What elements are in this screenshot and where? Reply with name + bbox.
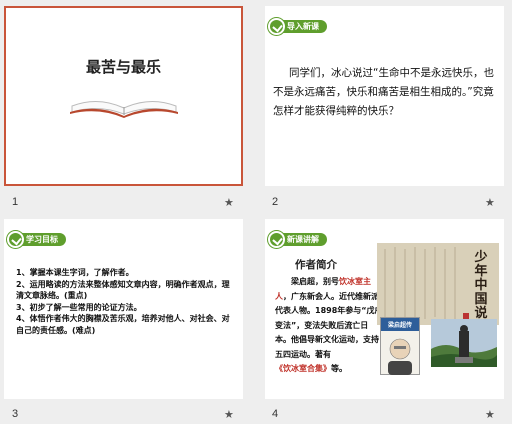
badge-label: 导入新课 — [287, 22, 319, 31]
open-book-icon — [70, 101, 178, 118]
star-icon[interactable]: ★ — [485, 196, 495, 209]
objectives-list: 1、掌握本课生字词，了解作者。 2、运用略读的方法来整体感知文章内容，明确作者观… — [16, 267, 235, 336]
slide-number-2: 2 — [272, 196, 279, 208]
star-icon[interactable]: ★ — [485, 408, 495, 421]
author-bio: 梁启超，别号饮冰室主人，广东新会人。近代维新派代表人物。1898年参与“戊戌变法… — [275, 277, 383, 373]
check-icon — [7, 231, 24, 248]
slide-title: 最苦与最乐 — [85, 58, 161, 76]
slide-number-3: 3 — [12, 408, 19, 420]
slide-thumbnail-2[interactable]: 导入新课 同学们，冰心说过“生命中不是永远快乐，也不是永远痛苦，快乐和痛苦是相生… — [265, 6, 504, 186]
slide-body-text: 同学们，冰心说过“生命中不是永远快乐，也不是永远痛苦，快乐和痛苦是相生相成的。”… — [273, 67, 494, 117]
section-heading: 作者简介 — [295, 259, 337, 271]
book-title: 梁启超传 — [381, 318, 419, 331]
check-icon — [268, 231, 285, 248]
list-item: 1、掌握本课生字词，了解作者。 — [16, 268, 134, 277]
section-badge: 新课讲解 — [268, 231, 327, 248]
list-item: 2、运用略读的方法来整体感知文章内容，明确作者观点，理清文章脉络。(重点) — [16, 279, 230, 301]
section-badge: 学习目标 — [7, 231, 66, 248]
check-icon — [268, 18, 285, 35]
statue-photo — [431, 319, 497, 367]
calligraphy-text: 少年中国说 — [473, 249, 487, 321]
star-icon[interactable]: ★ — [224, 408, 234, 421]
book-cover-image: 梁启超传 — [380, 317, 420, 375]
star-icon[interactable]: ★ — [224, 196, 234, 209]
calligraphy-image: 少年中国说 — [377, 243, 499, 325]
slide-thumbnail-1[interactable]: 最苦与最乐 — [4, 6, 243, 186]
slide-thumbnail-4[interactable]: 新课讲解 作者简介 梁启超，别号饮冰室主人，广东新会人。近代维新派代表人物。18… — [265, 219, 504, 399]
slide-number-4: 4 — [272, 408, 279, 420]
list-item: 4、体悟作者伟大的胸襟及苦乐观，培养对他人、对社会、对自己的责任感。(难点) — [16, 314, 230, 335]
badge-label: 新课讲解 — [287, 235, 319, 244]
portrait-icon — [388, 338, 412, 375]
slide-number-1: 1 — [12, 196, 19, 208]
slide-thumbnail-3[interactable]: 学习目标 1、掌握本课生字词，了解作者。 2、运用略读的方法来整体感知文章内容，… — [4, 219, 243, 399]
badge-label: 学习目标 — [26, 235, 58, 244]
section-badge: 导入新课 — [268, 18, 327, 35]
list-item: 3、初步了解一些常用的论证方法。 — [16, 302, 142, 312]
